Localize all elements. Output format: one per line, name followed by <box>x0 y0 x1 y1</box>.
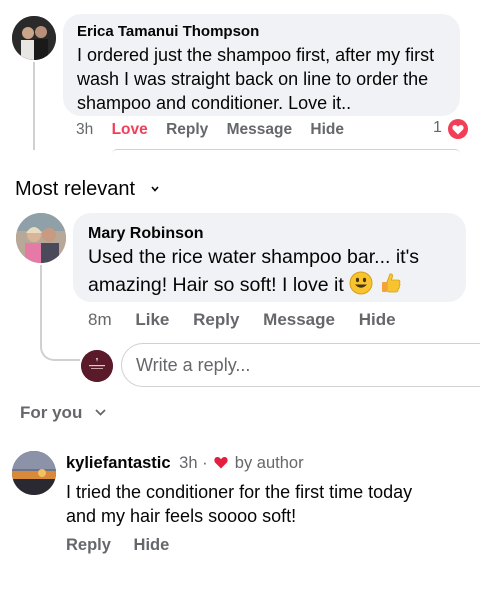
comment-actions: 8m Like Reply Message Hide <box>88 310 396 330</box>
message-button[interactable]: Message <box>227 121 292 138</box>
comment-text-line: I tried the conditioner for the first ti… <box>66 482 413 502</box>
comment-header: kyliefantastic 3h · by author <box>66 454 304 474</box>
reply-input[interactable]: Write a reply... <box>121 343 480 387</box>
love-button[interactable]: Love <box>112 121 148 138</box>
reply-button[interactable]: Reply <box>193 310 239 329</box>
comment-text-line: I ordered just the shampoo first, after … <box>77 45 435 65</box>
love-reaction-icon[interactable] <box>448 119 468 139</box>
author-badge: by author <box>234 454 304 472</box>
comment-text-segment: amazing! Hair so soft! I love it <box>88 274 344 296</box>
comment-author[interactable]: Erica Tamanui Thompson <box>77 23 259 40</box>
thumbs-up-emoji-icon <box>379 271 403 295</box>
brand-logo-icon <box>81 350 113 382</box>
hide-button[interactable]: Hide <box>134 536 170 554</box>
comment-time: 3h · <box>179 454 208 472</box>
comment-author[interactable]: kyliefantastic <box>66 454 171 472</box>
comment-author[interactable]: Mary Robinson <box>88 225 204 243</box>
comment-text: I tried the conditioner for the first ti… <box>66 480 471 528</box>
comment-text-line: wash I was straight back on line to orde… <box>77 69 429 89</box>
reaction-count[interactable]: 1 <box>433 119 442 137</box>
avatar-photo-icon <box>12 451 56 495</box>
comment-actions: Reply Hide <box>66 536 169 555</box>
comment-text: I ordered just the shampoo first, after … <box>77 43 457 115</box>
thread-line <box>33 62 35 150</box>
reply-button[interactable]: Reply <box>166 121 208 138</box>
reply-input-placeholder: Write a reply... <box>136 355 251 375</box>
hide-button[interactable]: Hide <box>310 121 344 138</box>
like-button[interactable]: Like <box>135 310 169 329</box>
comment-text: Used the rice water shampoo bar... it's … <box>88 244 463 299</box>
hidden-reply-box-edge <box>112 149 460 159</box>
avatar-erica[interactable] <box>12 16 56 60</box>
chevron-down-icon <box>95 401 106 421</box>
sort-label: Most relevant <box>15 178 136 200</box>
comment-text-line: and my hair feels soooo soft! <box>66 506 297 526</box>
avatar-photo-icon <box>12 16 56 60</box>
comment-actions: 3h Love Reply Message Hide <box>76 121 344 139</box>
comment-text-line: amazing! Hair so soft! I love it <box>88 271 463 299</box>
avatar-mary[interactable] <box>16 213 66 263</box>
message-button[interactable]: Message <box>263 310 335 329</box>
smiley-emoji-icon <box>349 271 373 295</box>
hide-button[interactable]: Hide <box>359 310 396 329</box>
for-you-filter[interactable]: For you <box>20 401 106 423</box>
page-avatar <box>81 350 113 382</box>
comment-time: 3h <box>76 121 94 138</box>
avatar-kylie[interactable] <box>12 451 56 495</box>
heart-icon <box>214 455 228 474</box>
chevron-down-icon <box>151 175 159 198</box>
comment-time: 8m <box>88 310 112 329</box>
sort-dropdown[interactable]: Most relevant <box>15 175 159 201</box>
comment-text-line: shampoo and conditioner. Love it.. <box>77 93 352 113</box>
reply-button[interactable]: Reply <box>66 536 111 554</box>
avatar-photo-icon <box>16 213 66 263</box>
comment-text-line: Used the rice water shampoo bar... it's <box>88 246 420 268</box>
for-you-label: For you <box>20 403 83 422</box>
